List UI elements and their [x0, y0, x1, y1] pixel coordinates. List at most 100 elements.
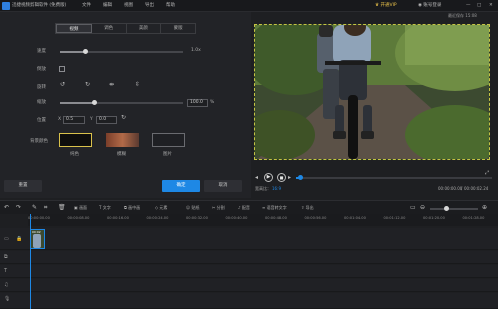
background-image-label: 图片 [163, 152, 172, 157]
tool-sticker[interactable]: ☺ 贴纸 [186, 201, 199, 215]
scale-input[interactable]: 100.0 [187, 99, 208, 107]
aspect-ratio-value[interactable]: 16:9 [272, 186, 281, 191]
background-blur-swatch[interactable] [106, 133, 139, 147]
zoom-slider-handle[interactable] [444, 206, 449, 211]
stop-button[interactable]: ■ [277, 173, 286, 182]
edit-icon[interactable]: ✎ [32, 204, 37, 212]
picture-icon: ▣ [74, 205, 78, 210]
aspect-ratio-label: 宽高比： [255, 186, 271, 191]
tool-text[interactable]: T 文字 [99, 201, 111, 215]
zoom-in-icon[interactable]: ⊕ [482, 204, 487, 212]
position-y-label: Y [90, 117, 93, 122]
tab-mask[interactable]: 蒙版 [161, 24, 195, 33]
tool-dub-label: 配音 [241, 205, 250, 210]
menu-view[interactable]: 视图 [124, 0, 133, 12]
properties-panel [0, 12, 251, 198]
text-track[interactable] [0, 265, 498, 278]
playback-progress[interactable] [296, 177, 492, 179]
position-y-input[interactable]: 0.0 [96, 116, 117, 124]
playback-handle[interactable] [298, 175, 303, 180]
video-track[interactable] [0, 228, 498, 250]
pip-track[interactable] [0, 251, 498, 264]
voice-track[interactable] [0, 293, 498, 309]
tab-beauty[interactable]: 美颜 [127, 24, 162, 33]
next-frame-icon[interactable]: ▸ [288, 174, 291, 182]
rotate-label: 旋转 [37, 85, 46, 90]
split-icon: ✂ [212, 205, 216, 210]
time-total: 00:00:02.24 [464, 186, 489, 191]
ok-button[interactable]: 确定 [162, 180, 200, 192]
video-clip[interactable]: 00:02 [30, 229, 45, 249]
tool-sticker-label: 贴纸 [191, 205, 200, 210]
tab-color[interactable]: 调色 [92, 24, 127, 33]
scale-slider-handle[interactable] [92, 100, 97, 105]
playhead[interactable] [30, 214, 31, 309]
background-solid-swatch[interactable] [59, 133, 92, 147]
crown-icon: ♛ [375, 3, 380, 8]
login-label: 账号登录 [423, 3, 442, 8]
position-x-input[interactable]: 0.5 [63, 116, 85, 124]
video-preview[interactable] [254, 24, 490, 160]
zoom-out-icon[interactable]: ⊖ [420, 204, 425, 212]
zoom-slider[interactable] [430, 208, 478, 210]
speed-label: 速度 [37, 49, 46, 54]
reset-button[interactable]: 重置 [4, 180, 42, 192]
time-separator: / [461, 186, 463, 191]
timeline-ruler[interactable]: 00:00:00.00 00:00:08.00 00:00:16.00 00:00:2… [28, 214, 498, 226]
fullscreen-icon[interactable]: ⤢ [485, 169, 489, 177]
maximize-button[interactable]: □ [477, 0, 481, 12]
flip-horizontal-icon[interactable]: ⇹ [109, 81, 114, 89]
close-button[interactable]: ✕ [489, 0, 493, 12]
speed-slider-handle[interactable] [83, 49, 88, 54]
zoom-fit-icon[interactable]: ▭ [410, 204, 416, 212]
play-button[interactable]: ▶ [264, 173, 273, 182]
rotate-right-icon[interactable]: ↻ [85, 81, 90, 89]
text-track-icon: T [4, 268, 8, 274]
tool-export[interactable]: ⇪ 导出 [301, 201, 314, 215]
video-frame [255, 25, 489, 159]
undo-icon[interactable]: ↶ [4, 204, 9, 212]
tool-pip[interactable]: ⧉ 画中画 [124, 201, 140, 215]
tab-video[interactable]: 视频 [56, 24, 92, 33]
tool-speech-to-text[interactable]: ≡ 语音转文字 [262, 201, 287, 215]
tool-picture-label: 画面 [79, 205, 88, 210]
tool-element-label: 元素 [159, 205, 168, 210]
delete-icon[interactable]: 🗑 [58, 204, 66, 212]
speed-value: 1.0x [191, 48, 201, 53]
cancel-button[interactable]: 取消 [204, 180, 242, 192]
menu-edit[interactable]: 编辑 [103, 0, 112, 12]
tool-dub[interactable]: ♪ 配音 [238, 201, 250, 215]
lock-icon[interactable]: 🔒 [16, 236, 22, 242]
music-track[interactable] [0, 279, 498, 292]
ruler-tick: 00:00:16.00 [107, 216, 129, 220]
tool-split[interactable]: ✂ 分割 [212, 201, 225, 215]
background-image-swatch[interactable] [152, 133, 185, 147]
position-label: 位置 [37, 118, 46, 123]
tool-element[interactable]: ◇ 元素 [155, 201, 167, 215]
login-button[interactable]: ◉ 账号登录 [418, 0, 441, 12]
title-bar: 迅捷视频剪辑软件 (免费版) 文件 编辑 视图 导出 帮助 ♛ 开通VIP ◉ … [0, 0, 498, 12]
menu-file[interactable]: 文件 [82, 0, 91, 12]
ruler-tick: 00:00:48.00 [265, 216, 287, 220]
rotate-left-icon[interactable]: ↺ [60, 81, 65, 89]
menu-help[interactable]: 帮助 [166, 0, 175, 12]
redo-icon[interactable]: ↷ [16, 204, 21, 212]
tool-speech-label: 语音转文字 [266, 205, 287, 210]
ruler-tick: 00:00:32.00 [186, 216, 208, 220]
prev-frame-icon[interactable]: ◂ [255, 174, 258, 182]
clip-duration: 00:02 [32, 230, 41, 234]
menu-export[interactable]: 导出 [145, 0, 154, 12]
flip-vertical-icon[interactable]: ⇳ [135, 81, 140, 89]
timeline-toolbar: ↶ ↷ ✎ ⌗ 🗑 ▣ 画面 T 文字 ⧉ 画中画 ◇ 元素 ☺ 贴纸 ✂ 分割… [0, 200, 498, 214]
tool-split-label: 分割 [216, 205, 225, 210]
vip-button[interactable]: ♛ 开通VIP [375, 0, 397, 12]
position-x-label: X [58, 117, 62, 122]
reset-position-icon[interactable]: ↻ [121, 114, 126, 122]
microphone-icon: ♪ [238, 205, 241, 210]
ruler-tick: 00:00:56.00 [304, 216, 327, 220]
tool-picture[interactable]: ▣ 画面 [74, 201, 87, 215]
crop-icon[interactable]: ⌗ [44, 204, 47, 212]
background-color-label: 背景颜色 [30, 139, 48, 144]
reverse-checkbox[interactable] [59, 66, 65, 72]
video-track-icon: ▭ [4, 236, 9, 242]
